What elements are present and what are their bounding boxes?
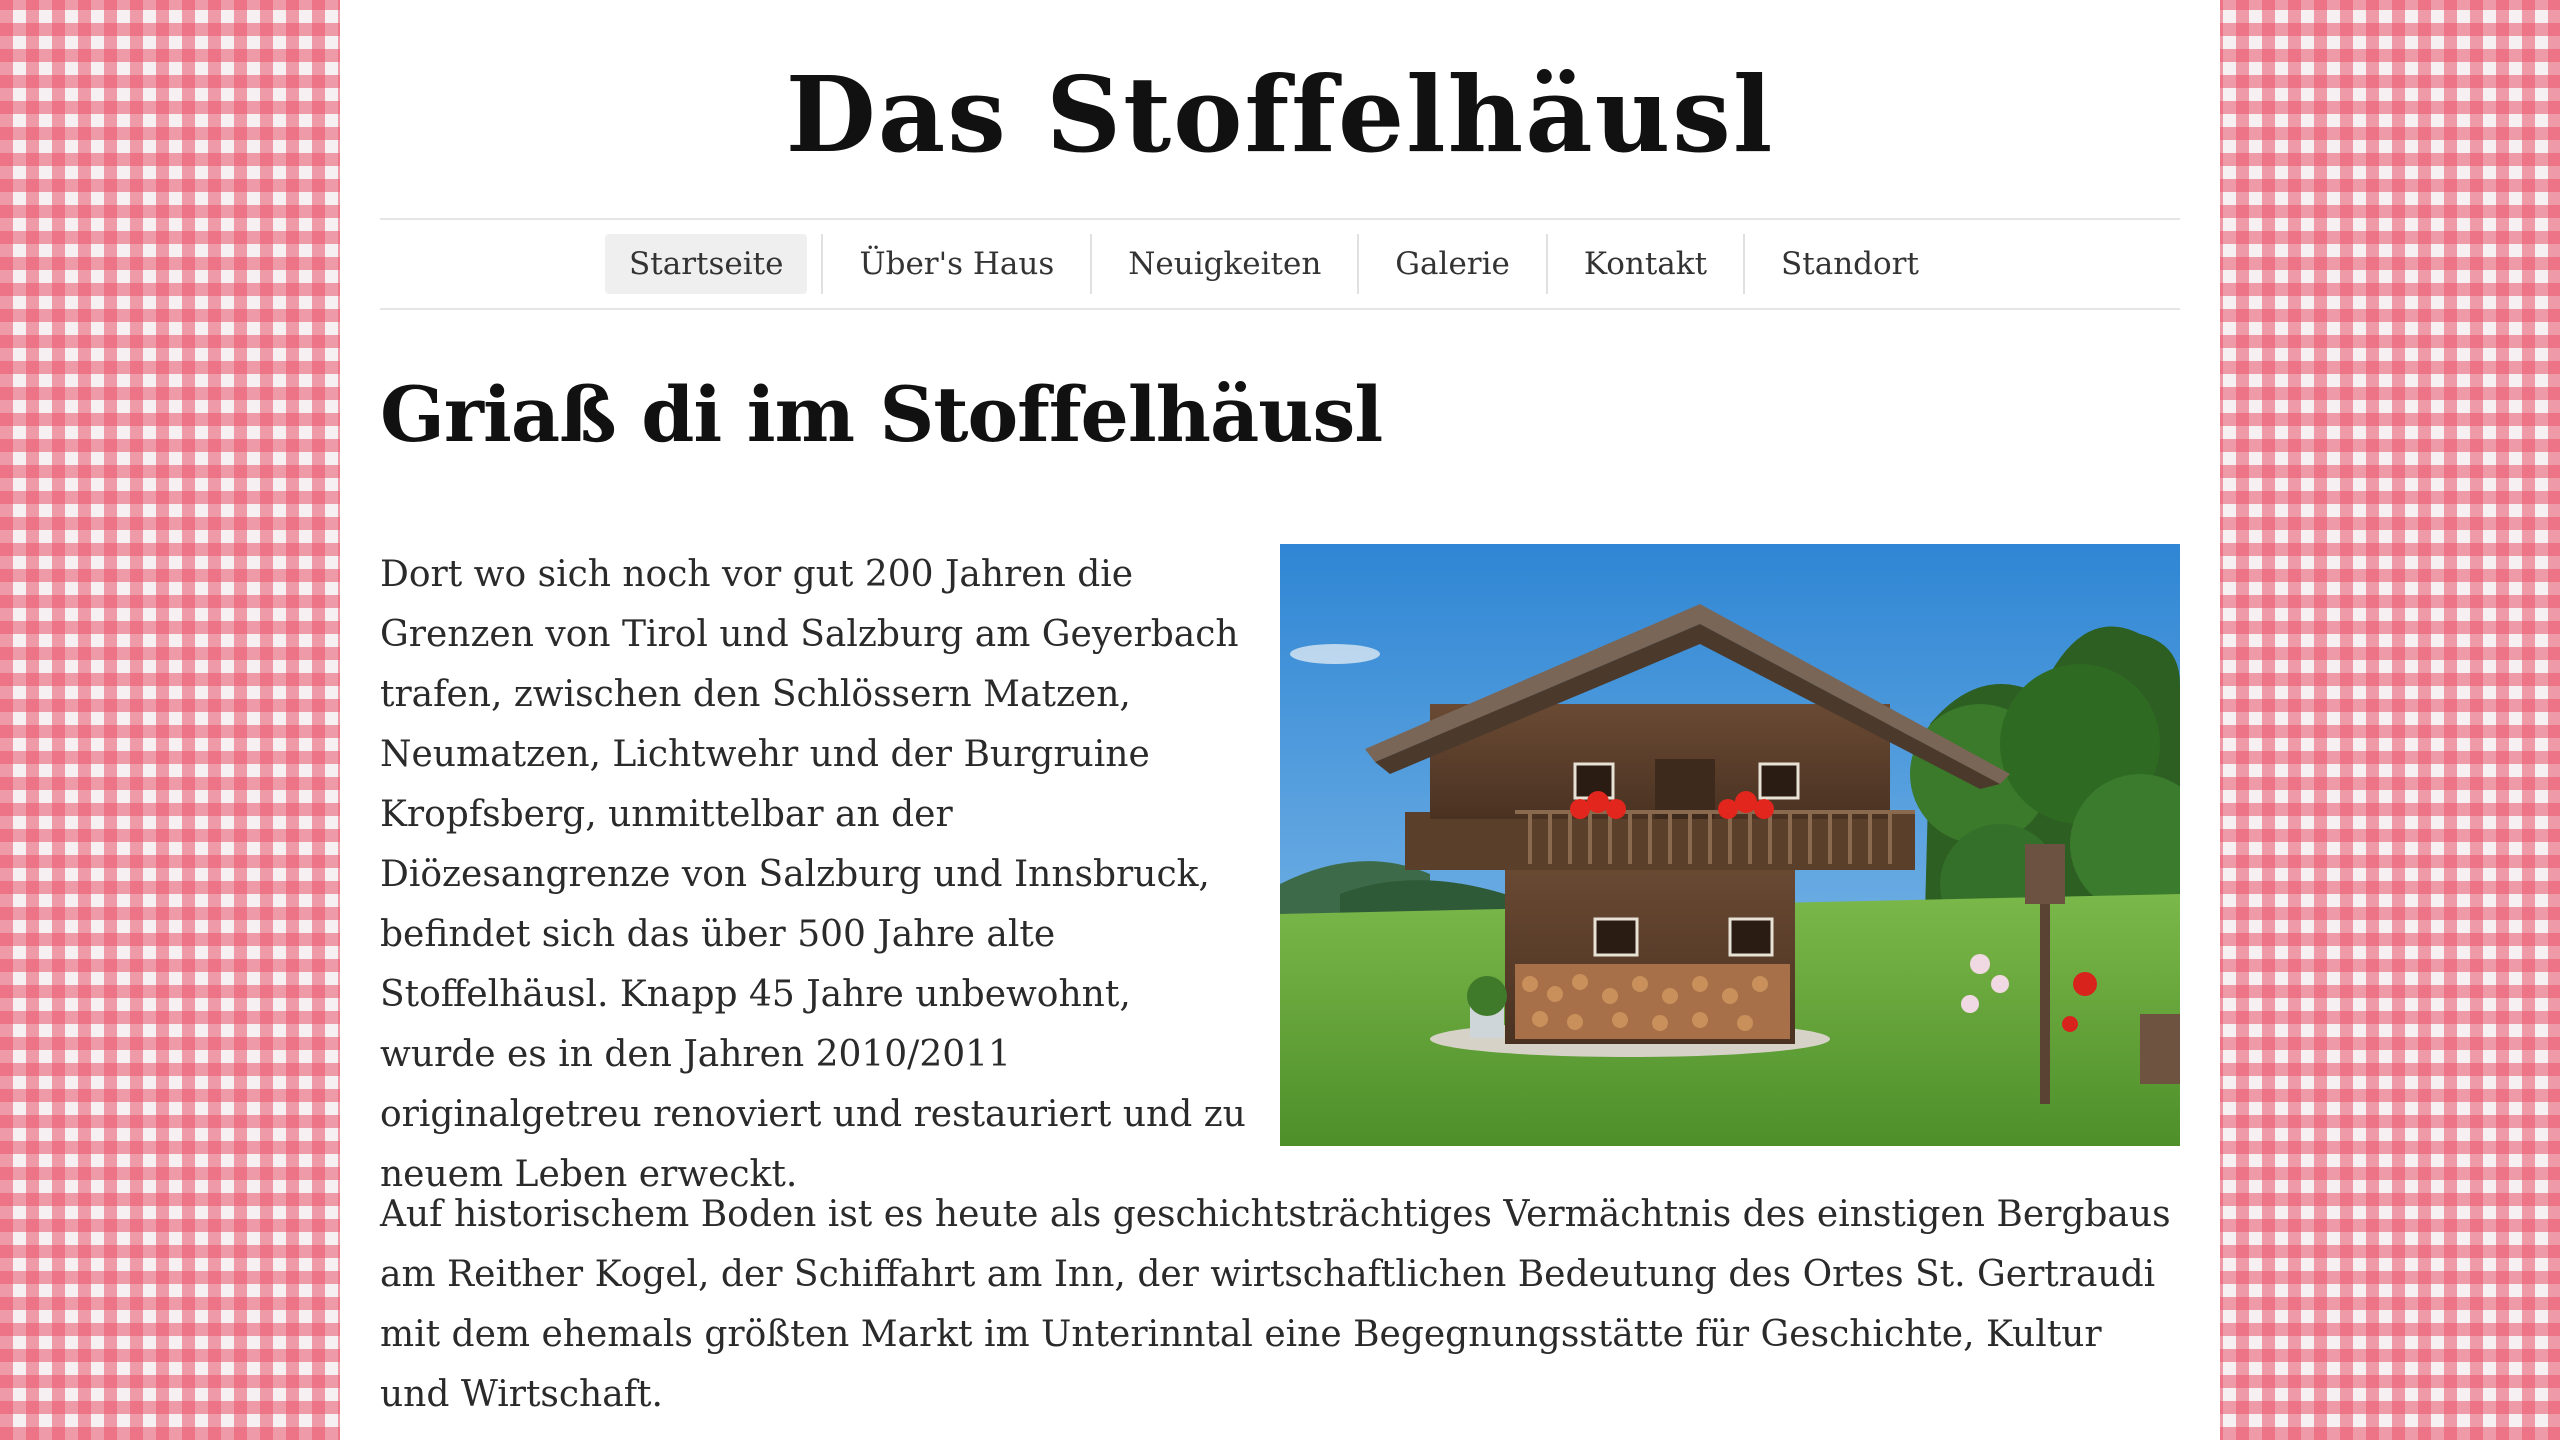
nav-item-ueber-haus[interactable]: Über's Haus <box>821 234 1093 294</box>
main-navigation: Startseite Über's Haus Neuigkeiten Galer… <box>380 218 2180 310</box>
intro-paragraph: Dort wo sich noch vor gut 200 Jahren die… <box>380 554 1246 1195</box>
house-photo <box>1280 544 2180 1146</box>
nav-item-kontakt[interactable]: Kontakt <box>1548 234 1746 294</box>
page-heading: Griaß di im Stoffelhäusl <box>380 370 1383 459</box>
nav-item-galerie[interactable]: Galerie <box>1359 234 1548 294</box>
nav-item-startseite[interactable]: Startseite <box>605 234 808 294</box>
page-container: Das Stoffelhäusl Startseite Über's Haus … <box>340 0 2220 1440</box>
content-wrapper: Das Stoffelhäusl Startseite Über's Haus … <box>380 0 2180 1415</box>
nav-item-standort[interactable]: Standort <box>1745 234 1955 294</box>
site-title[interactable]: Das Stoffelhäusl <box>380 0 2180 170</box>
nav-item-neuigkeiten[interactable]: Neuigkeiten <box>1092 234 1360 294</box>
alpine-hut-image <box>1280 544 2180 1146</box>
history-paragraph: Auf historischem Boden ist es heute als … <box>380 1194 2171 1415</box>
